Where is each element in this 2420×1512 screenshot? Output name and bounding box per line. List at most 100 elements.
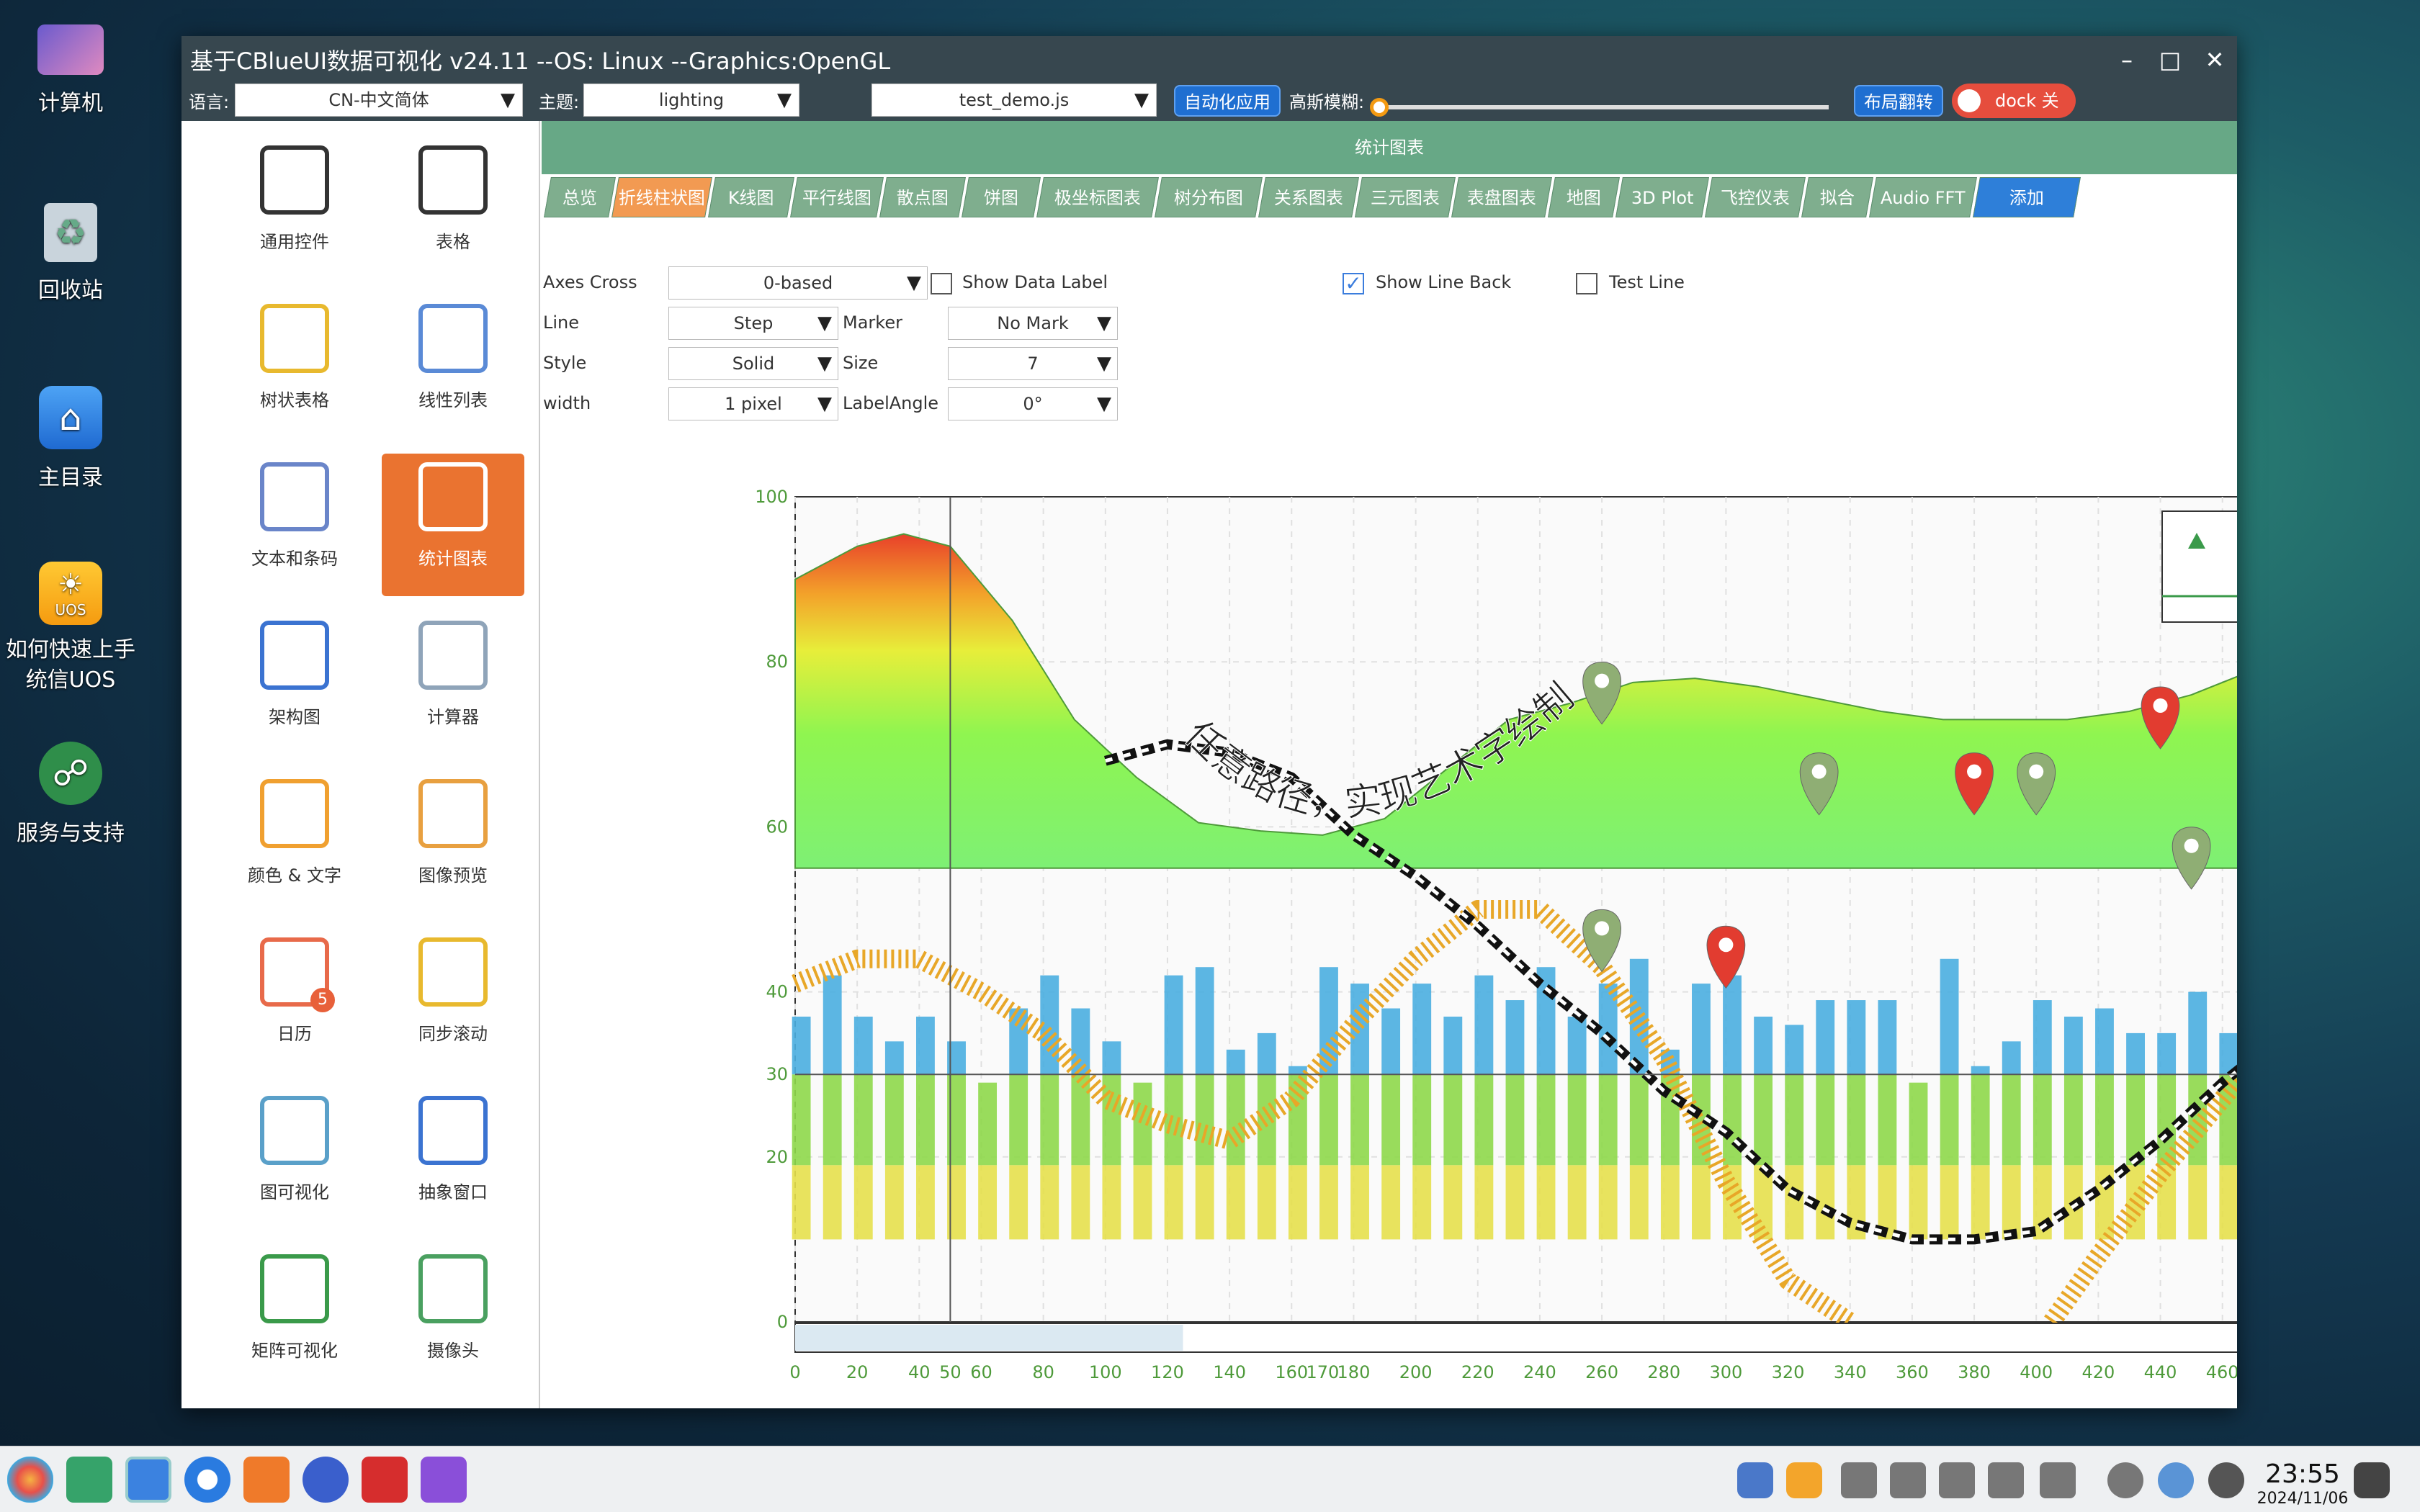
power-icon[interactable] (2208, 1462, 2244, 1498)
bar-yellow-segment (1567, 1165, 1587, 1240)
close-button[interactable]: ✕ (2197, 42, 2233, 78)
usb-icon[interactable] (1890, 1462, 1926, 1498)
script-select[interactable]: test_demo.js ▼ (871, 84, 1157, 117)
dock-toggle[interactable]: dock 关闭 (1952, 84, 2076, 145)
sidebar-item-15[interactable]: 矩阵可视化 (223, 1246, 366, 1388)
network-icon[interactable] (2158, 1462, 2194, 1498)
bar-blue-segment (1412, 984, 1432, 1075)
sidebar-item-5[interactable]: 文本和条码 (223, 454, 366, 596)
x-tick-label: 80 (1032, 1362, 1054, 1382)
sidebar-item-8[interactable]: 计算器 (382, 612, 524, 755)
security-shield-icon[interactable] (1737, 1462, 1773, 1498)
sidebar-item-4[interactable]: 线性列表 (382, 295, 524, 438)
bar-yellow-segment (2219, 1165, 2237, 1240)
search-icon[interactable] (2107, 1462, 2143, 1498)
layout-flip-button[interactable]: 布局翻转 (1854, 85, 1943, 117)
language-select[interactable]: CN-中文简体 ▼ (235, 84, 523, 117)
map-pin-dot (2184, 838, 2199, 853)
chevron-right-icon[interactable] (2040, 1462, 2076, 1498)
sidebar-item-3[interactable]: 树状表格 (223, 295, 366, 438)
sidebar-item-2[interactable]: 表格 (382, 137, 524, 279)
bar-yellow-segment (1940, 1165, 1959, 1240)
settings-icon[interactable] (302, 1457, 349, 1503)
map-pin-dot (1811, 764, 1827, 779)
app-window-taskbar-icon[interactable] (421, 1457, 467, 1503)
bar-yellow-segment (1660, 1165, 1680, 1240)
input-method-icon[interactable] (1786, 1462, 1822, 1498)
color-wheel-icon (260, 779, 329, 848)
sidebar-item-14[interactable]: 抽象窗口 (382, 1087, 524, 1230)
bar-blue-segment (1102, 1041, 1121, 1075)
desktop-icon-label: 主目录 (38, 465, 103, 490)
table-grid-icon (418, 145, 488, 215)
blur-slider-track[interactable] (1379, 105, 1829, 109)
notification-bell-icon[interactable] (2354, 1462, 2390, 1498)
bar-yellow-segment (1102, 1165, 1121, 1240)
map-pin-dot (1595, 673, 1610, 688)
keyboard-icon[interactable] (1841, 1462, 1877, 1498)
blur-slider-handle[interactable] (1370, 98, 1389, 117)
desktop-icon-trash[interactable]: ♻ 回收站 (0, 203, 141, 304)
bar-blue-segment (1195, 967, 1214, 1075)
sidebar-item-12[interactable]: 同步滚动 (382, 929, 524, 1071)
bar-green-segment (1847, 1074, 1866, 1166)
chevron-down-icon: ▼ (777, 89, 792, 111)
bar-green-segment (884, 1074, 904, 1166)
sidebar-item-1[interactable]: 通用控件 (223, 137, 366, 279)
bar-yellow-segment (1909, 1165, 1928, 1240)
bar-blue-segment (1754, 1016, 1773, 1075)
headset-icon: ☍ (39, 742, 102, 805)
pen-icon[interactable] (1988, 1462, 2024, 1498)
auto-apply-button[interactable]: 自动化应用 (1174, 85, 1281, 117)
sidebar-item-6[interactable]: 统计图表 (382, 454, 524, 596)
script-value: test_demo.js (959, 90, 1070, 110)
bar-blue-segment (1474, 975, 1494, 1075)
bar-green-segment (1071, 1074, 1090, 1166)
map-pin-dot (2029, 764, 2044, 779)
bar-blue-segment (823, 975, 842, 1075)
sidebar-item-9[interactable]: 颜色 & 文字 (223, 770, 366, 913)
x-tick-label: 170 (1306, 1362, 1339, 1382)
desktop-icon-computer[interactable]: 计算机 (0, 24, 141, 117)
volume-muted-icon[interactable] (1939, 1462, 1975, 1498)
file-manager-icon[interactable] (125, 1457, 171, 1503)
bar-line-chart[interactable]: 任意路径，实现艺术字绘制020304060801000 20 40 50 60 80 100… (542, 121, 2237, 1408)
content-area: 统计图表 总览 折线柱状图 K线图 平行线图 散点图 饼图 极坐标图表 树分布图 关系图表 三元图… (542, 121, 2237, 1408)
bar-yellow-segment (2188, 1165, 2208, 1240)
desktop-icon-label: 如何快速上手统信UOS (6, 637, 135, 693)
bar-yellow-segment (1629, 1165, 1649, 1240)
bar-blue-segment (1785, 1025, 1804, 1075)
bar-green-segment (1567, 1074, 1587, 1166)
sidebar-item-11[interactable]: 5 日历 (223, 929, 366, 1071)
language-label: 语言: (189, 92, 230, 112)
x-tick-label: 240 (1523, 1362, 1556, 1382)
desktop-icon-uos-guide[interactable]: ☀ UOS 如何快速上手统信UOS (0, 562, 141, 696)
launcher-icon[interactable] (7, 1457, 53, 1503)
calendar-badge: 5 (310, 988, 335, 1012)
sidebar-item-label: 表格 (436, 232, 470, 252)
terminal-icon[interactable] (362, 1457, 408, 1503)
bar-blue-segment (1226, 1049, 1245, 1075)
sidebar-item-13[interactable]: 图可视化 (223, 1087, 366, 1230)
maximize-button[interactable]: □ (2152, 42, 2188, 78)
bar-green-segment (1195, 1074, 1214, 1166)
desktop-icon-support[interactable]: ☍ 服务与支持 (0, 742, 141, 847)
minimize-button[interactable]: – (2109, 42, 2145, 78)
sidebar-item-label: 图可视化 (260, 1182, 329, 1202)
bar-green-segment (1102, 1074, 1121, 1166)
bar-yellow-segment (792, 1165, 811, 1240)
bar-yellow-segment (1071, 1165, 1090, 1240)
bar-yellow-segment (1288, 1165, 1307, 1240)
sidebar-item-7[interactable]: 架构图 (223, 612, 366, 755)
browser-icon[interactable] (184, 1457, 230, 1503)
app-store-icon[interactable] (243, 1457, 290, 1503)
desktop-icon-home[interactable]: ⌂ 主目录 (0, 386, 141, 491)
sidebar-item-10[interactable]: 图像预览 (382, 770, 524, 913)
x-tick-label: 420 (2081, 1362, 2115, 1382)
theme-select[interactable]: lighting ▼ (583, 84, 799, 117)
range-slider-selection[interactable] (795, 1325, 1183, 1351)
x-tick-label: 280 (1647, 1362, 1680, 1382)
sidebar-item-16[interactable]: 摄像头 (382, 1246, 524, 1388)
multitask-view-icon[interactable] (66, 1457, 112, 1503)
x-tick-label: 160 (1275, 1362, 1308, 1382)
